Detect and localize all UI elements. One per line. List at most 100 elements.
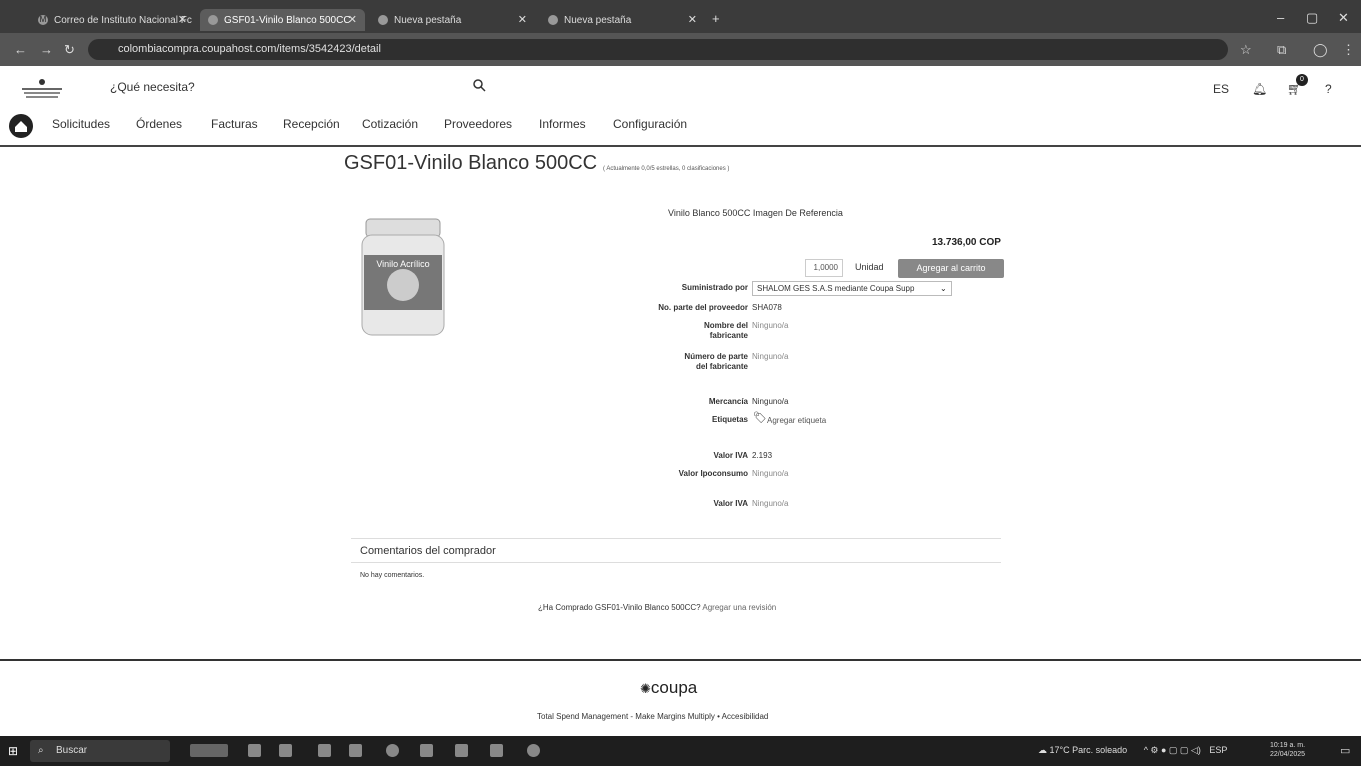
- tab-label: Correo de Instituto Nacional Fc: [54, 14, 192, 26]
- chrome-taskbar-icon[interactable]: [386, 744, 399, 757]
- close-tab-icon[interactable]: ✕: [688, 13, 697, 26]
- chevron-down-icon: ⌄: [940, 284, 947, 293]
- coupa-favicon: [208, 15, 218, 25]
- agency-logo: [22, 79, 62, 98]
- maximize-icon[interactable]: ▢: [1306, 10, 1318, 26]
- tab-label: Nueva pestaña: [394, 14, 462, 26]
- unit-label: Unidad: [855, 262, 884, 272]
- app-header: ¿Qué necesita? ES 🔔︎ 🛒︎ 0 ?: [0, 66, 1361, 111]
- nav-recepcion[interactable]: Recepción: [283, 117, 340, 131]
- excel-taskbar-icon[interactable]: [420, 744, 433, 757]
- taskbar-widget-icon[interactable]: [190, 744, 228, 757]
- divider: [351, 562, 1001, 563]
- notifications-bell-icon[interactable]: 🔔︎: [1252, 82, 1267, 96]
- taskbar-app-icon[interactable]: [248, 744, 261, 757]
- supplier-part-number: SHA078: [752, 303, 782, 312]
- field-label: Mercancía: [708, 397, 748, 406]
- tab-gmail[interactable]: M Correo de Instituto Nacional Fc ✕: [30, 9, 195, 31]
- url-input[interactable]: colombiacompra.coupahost.com/items/35424…: [88, 39, 1228, 60]
- field-label: No. parte del proveedor: [658, 303, 748, 312]
- windows-start-icon[interactable]: ⊞: [8, 744, 18, 758]
- menu-dots-icon[interactable]: ⋮: [1342, 42, 1355, 58]
- windows-taskbar: ⊞ ⌕ Buscar ☁ 17°C Parc. soleado ^ ⚙ ● ▢ …: [0, 736, 1361, 766]
- tab-label: GSF01-Vinilo Blanco 500CC: [224, 14, 351, 26]
- newtab-icon: [378, 15, 388, 25]
- nav-configuracion[interactable]: Configuración: [613, 117, 687, 131]
- page-title: GSF01-Vinilo Blanco 500CC: [344, 152, 598, 174]
- nav-proveedores[interactable]: Proveedores: [444, 117, 512, 131]
- nav-solicitudes[interactable]: Solicitudes: [52, 117, 110, 131]
- add-review-link[interactable]: Agregar una revisión: [702, 603, 776, 612]
- search-icon[interactable]: [472, 78, 486, 92]
- divider: [0, 659, 1361, 661]
- weather-text[interactable]: 17°C Parc. soleado: [1050, 745, 1128, 755]
- reload-icon[interactable]: ↻: [64, 42, 75, 58]
- ipoconsumo-value: Ninguno/a: [752, 469, 789, 478]
- product-image: Vinilo Acrílico: [358, 215, 448, 345]
- tab-label: Nueva pestaña: [564, 14, 632, 26]
- cart-count-badge: 0: [1296, 74, 1308, 86]
- language-selector[interactable]: ES: [1213, 82, 1229, 96]
- close-tab-icon[interactable]: ✕: [178, 13, 187, 26]
- coupa-logo[interactable]: ✺coupa: [640, 678, 697, 698]
- add-to-cart-button[interactable]: Agregar al carrito: [898, 259, 1004, 278]
- new-tab-icon[interactable]: +: [712, 11, 720, 27]
- taskbar-app-icon[interactable]: [527, 744, 540, 757]
- excel-taskbar-icon[interactable]: [455, 744, 468, 757]
- forward-icon[interactable]: →: [40, 42, 53, 58]
- nav-ordenes[interactable]: Órdenes: [136, 117, 182, 131]
- taskbar-app-icon[interactable]: [279, 744, 292, 757]
- image-caption: Vinilo Blanco 500CC Imagen De Referencia: [668, 208, 843, 218]
- back-icon[interactable]: ←: [14, 42, 27, 58]
- clock-time: 10:19 a. m.: [1270, 742, 1306, 749]
- add-tag-link[interactable]: Agregar etiqueta: [767, 416, 826, 426]
- search-input[interactable]: ¿Qué necesita?: [110, 80, 195, 94]
- taskbar-app-icon[interactable]: [318, 744, 331, 757]
- rating-text: ( Actualmente 0,0/5 estrellas, 0 clasifi…: [603, 166, 730, 172]
- input-language[interactable]: ESP: [1209, 745, 1227, 755]
- field-label: Valor Ipoconsumo: [678, 469, 748, 478]
- close-tab-icon[interactable]: ✕: [348, 13, 357, 26]
- tray-icons[interactable]: ^ ⚙ ● ▢ ▢ ◁): [1144, 745, 1201, 755]
- close-window-icon[interactable]: ✕: [1338, 10, 1349, 26]
- field-label: Valor IVA: [713, 499, 748, 508]
- weather-icon[interactable]: ☁: [1038, 745, 1047, 755]
- notifications-icon[interactable]: ▭: [1340, 744, 1350, 757]
- bookmark-star-icon[interactable]: ☆: [1240, 42, 1252, 58]
- no-comments-text: No hay comentarios.: [360, 572, 425, 579]
- footer-links[interactable]: Total Spend Management - Make Margins Mu…: [537, 712, 768, 721]
- nav-facturas[interactable]: Facturas: [211, 117, 258, 131]
- clock-date: 22/04/2025: [1270, 751, 1306, 758]
- field-label: Valor IVA: [713, 451, 748, 460]
- tab-newtab-1[interactable]: Nueva pestaña ✕: [370, 9, 535, 31]
- review-question: ¿Ha Comprado GSF01-Vinilo Blanco 500CC?: [538, 603, 701, 612]
- iva-value-2: Ninguno/a: [752, 499, 789, 508]
- field-label: Etiquetas: [711, 415, 748, 424]
- coupa-logo-icon: ✺: [640, 681, 651, 696]
- nav-cotizacion[interactable]: Cotización: [362, 117, 418, 131]
- supplier-select[interactable]: SHALOM GES S.A.S mediante Coupa Supp: [752, 281, 952, 296]
- extensions-icon[interactable]: ⧉: [1277, 42, 1286, 58]
- tab-product[interactable]: GSF01-Vinilo Blanco 500CC ✕: [200, 9, 365, 31]
- taskbar-app-icon[interactable]: [490, 744, 503, 757]
- taskbar-search[interactable]: ⌕ Buscar: [30, 740, 170, 762]
- tab-newtab-2[interactable]: Nueva pestaña ✕: [540, 9, 705, 31]
- manufacturer-name: Ninguno/a: [752, 321, 789, 330]
- minimize-icon[interactable]: –: [1277, 10, 1284, 26]
- browser-tab-bar: M Correo de Instituto Nacional Fc ✕ GSF0…: [0, 0, 1361, 33]
- newtab-icon: [548, 15, 558, 25]
- main-nav: Solicitudes Órdenes Facturas Recepción C…: [0, 111, 1361, 147]
- profile-icon[interactable]: ◯: [1313, 42, 1328, 58]
- help-icon[interactable]: ?: [1325, 82, 1332, 96]
- comments-title: Comentarios del comprador: [360, 545, 496, 557]
- home-icon[interactable]: [9, 114, 33, 138]
- taskbar-clock[interactable]: 10:19 a. m. 22/04/2025: [1270, 741, 1305, 759]
- nav-informes[interactable]: Informes: [539, 117, 586, 131]
- coupa-brand-text: coupa: [650, 678, 698, 697]
- search-icon: ⌕: [38, 745, 44, 756]
- close-tab-icon[interactable]: ✕: [518, 13, 527, 26]
- manufacturer-part-number: Ninguno/a: [752, 352, 789, 361]
- taskbar-app-icon[interactable]: [349, 744, 362, 757]
- gmail-icon: M: [38, 15, 48, 25]
- quantity-input[interactable]: 1,0000: [805, 259, 843, 277]
